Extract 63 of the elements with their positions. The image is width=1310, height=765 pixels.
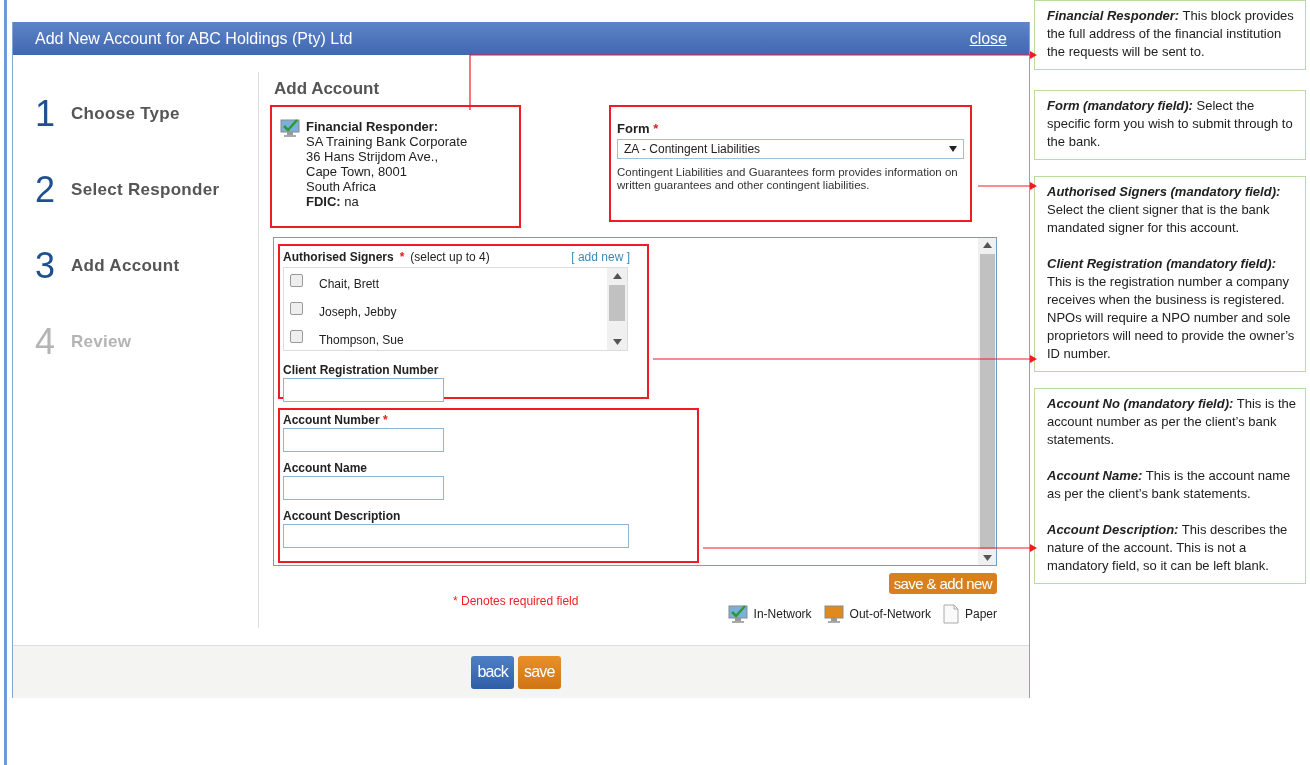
scroll-down-icon[interactable] [612,339,622,345]
help-text: Account Name: This is the account name as per the client’s bank statements. [1047,467,1292,503]
step-label[interactable]: Select Responder [71,180,220,200]
help-text: Account No (mandatory field): This is the account number as per the client’s bank statements. [1047,395,1297,449]
checkbox[interactable] [290,301,303,315]
in-network-icon [727,605,748,623]
field-label: Account Number [283,413,380,427]
checkbox[interactable] [290,329,303,343]
step-number: 2 [35,170,57,210]
scroll-down-icon[interactable] [982,555,992,561]
back-button[interactable]: back [471,655,514,689]
required-mark: * [383,413,388,427]
help-text: Form (mandatory field): Select the specific form you wish to submit through to the bank. [1047,97,1294,151]
address-line: SA Training Bank Corporate [306,134,468,149]
address-line: South Africa [306,179,378,194]
form-dropdown[interactable]: ZA - Contingent Liabilities [617,139,964,159]
step-label[interactable]: Add Account [71,256,180,276]
required-mark: * [653,121,659,136]
field-label: Authorised Signers [283,250,394,264]
responder-label: Financial Responder: [306,119,439,134]
help-text: Account Description: This describes the nature of the account. This is not a mandatory field, so it can be left blank. [1047,521,1289,575]
add-new-link[interactable]: [ add new ] [571,250,630,264]
legend-label: In-Network [753,607,812,621]
scrollbar[interactable] [978,238,996,565]
fdic-text: FDIC: na [306,194,360,209]
signer-name[interactable]: Thompson, Sue [319,333,404,347]
scrollbar[interactable] [607,268,627,350]
input-field[interactable] [283,378,444,402]
step-label[interactable]: Choose Type [71,104,180,124]
scroll-up-icon[interactable] [982,242,992,248]
monitor-icon [823,605,844,623]
legend-label: Out-of-Network [849,607,931,621]
hint-text: (select up to 4) [410,250,490,264]
address-line: Cape Town, 8001 [306,164,408,179]
field-label: Account Description [283,509,401,523]
legend-label: Paper [964,607,997,621]
input-field[interactable] [283,428,444,452]
caret-icon [949,146,957,152]
signer-name[interactable]: Joseph, Jebby [319,305,397,319]
scroll-up-icon[interactable] [612,273,622,279]
field-label: Form [617,121,650,136]
leader-line [977,182,1037,190]
input-field[interactable] [283,524,629,548]
checkbox[interactable] [290,273,303,287]
form-description: Contingent Liabilities and Guarantees form provides information on written guarantees and other contingent liabilities. [617,166,959,192]
section-heading: Add Account [274,79,381,99]
dialog-title: Add New Account for ABC Holdings (Pty) Ltd [35,29,353,48]
close-link[interactable]: close [969,29,1007,48]
field-label: Account Name [283,461,368,475]
help-text: Authorised Signers (mandatory field): Select the client signer that is the bank mandated signer for this account. [1047,183,1282,237]
step-number: 1 [35,94,57,134]
help-text: Client Registration (mandatory field): This is the registration number a company receives when the business is registered. NPOs will require a NPO number and sole proprietors will need to provide the owner’s ID number. [1047,255,1296,363]
step-number: 3 [35,246,57,286]
help-text: Financial Responder: This block provides the full address of the financial institution the requests will be sent to. [1047,7,1295,61]
address-line: 36 Hans Strijdom Ave., [306,149,439,164]
required-mark: * [399,250,405,264]
required-note: * Denotes required field [453,594,579,610]
in-network-icon [280,119,300,137]
signer-name[interactable]: Chait, Brett [319,277,380,291]
document-icon [942,604,959,624]
step-number: 4 [35,322,57,362]
input-field[interactable] [283,476,444,500]
field-label: Client Registration Number [283,363,440,377]
